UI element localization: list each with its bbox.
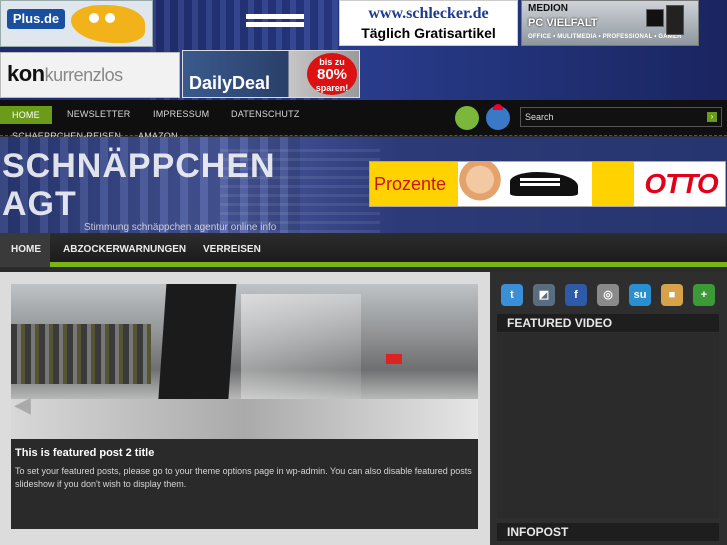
featured-post-text: To set your featured posts, please go to… — [15, 466, 472, 489]
featured-image[interactable] — [11, 284, 478, 439]
menu-icon — [246, 14, 304, 30]
main-content: ◀ This is featured post 2 title To set y… — [0, 272, 490, 545]
konkurrenzlos-ad-banner[interactable]: konkurrenzlos — [0, 52, 180, 98]
medion-ad-banner[interactable]: MEDION PC VIELFALT OFFICE • MULITMEDIA •… — [521, 0, 699, 46]
featured-slider[interactable]: ◀ This is featured post 2 title To set y… — [11, 284, 478, 529]
otto-ad-stripe — [592, 162, 634, 206]
mainnav-abzockerwarnungen[interactable]: ABZOCKERWARNUNGEN — [63, 244, 186, 255]
slider-prev-icon[interactable]: ◀ — [14, 392, 31, 418]
search-button[interactable]: › — [707, 112, 717, 122]
plus-ad-banner[interactable]: Plus.de — [0, 0, 153, 47]
medion-subline: OFFICE • MULITMEDIA • PROFESSIONAL • GAM… — [528, 34, 682, 40]
search-box: › — [520, 107, 722, 127]
mascot-icon — [71, 5, 145, 43]
topnav-impressum[interactable]: IMPRESSUM — [153, 109, 209, 119]
monitor-icon — [646, 9, 664, 27]
mainnav-home[interactable]: HOME — [11, 244, 41, 255]
site-header: SCHNÄPPCHEN AGT Stimmung schnäppchen age… — [0, 137, 727, 233]
featured-video-area[interactable] — [497, 333, 719, 518]
schlecker-url: www.schlecker.de — [368, 5, 489, 22]
schlecker-tagline: Täglich Gratisartikel — [361, 25, 496, 41]
topnav-home[interactable]: HOME — [0, 106, 52, 124]
plus-logo: Plus.de — [7, 9, 65, 29]
mainnav-verreisen[interactable]: VERREISEN — [203, 244, 261, 255]
addthis-icon[interactable]: + — [693, 284, 715, 306]
featured-post-title[interactable]: This is featured post 2 title — [15, 447, 474, 459]
otto-ad-banner[interactable]: Prozente OTTO — [369, 161, 726, 207]
topnav-datenschutz[interactable]: DATENSCHUTZ — [231, 109, 300, 119]
otto-logo: OTTO — [636, 162, 725, 206]
banner-strip: Plus.de www.schlecker.de Täglich Gratisa… — [0, 0, 727, 100]
search-input[interactable] — [525, 110, 695, 124]
schlecker-ad-banner[interactable]: www.schlecker.de Täglich Gratisartikel — [339, 0, 518, 46]
dailydeal-ad-banner[interactable]: DailyDeal bis zu 80% sparen! — [182, 50, 360, 98]
sneaker-icon — [510, 172, 578, 196]
discount-badge: bis zu 80% sparen! — [307, 53, 357, 95]
medion-headline: PC VIELFALT — [528, 17, 598, 29]
myspace-icon[interactable]: ■ — [661, 284, 683, 306]
pc-tower-icon — [666, 5, 684, 35]
sidebar: t ◩ f ◎ su ■ + FEATURED VIDEO INFOPOST — [490, 272, 727, 545]
otto-ad-prozente: Prozente — [370, 162, 458, 206]
site-tagline: Stimmung schnäppchen agentur online info — [84, 222, 277, 233]
stumbleupon-icon[interactable]: su — [629, 284, 651, 306]
topnav-newsletter[interactable]: NEWSLETTER — [67, 109, 131, 119]
facebook-icon[interactable]: f — [565, 284, 587, 306]
main-navigation: HOME ABZOCKERWARNUNGEN VERREISEN — [0, 233, 727, 267]
dailydeal-logo: DailyDeal — [189, 73, 271, 93]
featured-video-title: FEATURED VIDEO — [497, 314, 719, 332]
konkurrenzlos-logo: konkurrenzlos — [7, 61, 123, 86]
top-navigation: HOME NEWSLETTER IMPRESSUM DATENSCHUTZ SC… — [0, 100, 727, 141]
medion-brand: MEDION — [528, 3, 568, 14]
model-photo — [458, 162, 502, 206]
technorati-icon[interactable]: ◎ — [597, 284, 619, 306]
twitter-bird-icon[interactable] — [486, 104, 510, 130]
delicious-icon[interactable]: ◩ — [533, 284, 555, 306]
rss-feed-icon[interactable] — [455, 106, 479, 130]
infopost-title: INFOPOST — [497, 523, 719, 541]
featured-caption: This is featured post 2 title To set you… — [11, 439, 478, 529]
twitter-icon[interactable]: t — [501, 284, 523, 306]
site-title[interactable]: SCHNÄPPCHEN AGT — [2, 147, 302, 223]
